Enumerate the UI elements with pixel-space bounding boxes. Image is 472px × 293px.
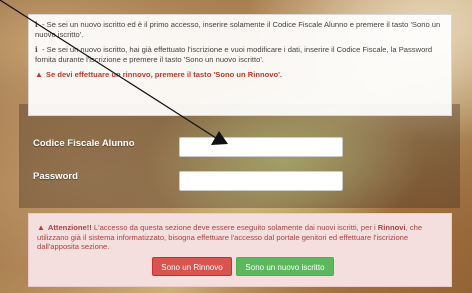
info-text-first: - Se sei un nuovo iscritto ed è il primo…	[35, 20, 441, 39]
alert-bold-rinnovi: Rinnovi	[377, 223, 406, 232]
info-line-second: ℹ - Se sei un nuovo iscritto, hai già ef…	[35, 45, 445, 64]
new-enrollment-button[interactable]: Sono un nuovo iscritto	[236, 257, 334, 276]
password-label: Password	[33, 171, 78, 182]
codice-fiscale-label: Codice Fiscale Alunno	[33, 138, 135, 149]
info-icon: ℹ	[35, 20, 38, 29]
password-input[interactable]	[179, 171, 343, 191]
codice-fiscale-input[interactable]	[179, 137, 343, 157]
alert-text-a: L'accesso da questa sezione deve essere …	[91, 223, 378, 232]
alert-title: Attenzione!!	[47, 223, 92, 232]
info-text-second: - Se sei un nuovo iscritto, hai già effe…	[35, 45, 433, 64]
renew-warning: ▲ Se devi effettuare un rinnovo, premere …	[35, 70, 445, 80]
renew-warning-text: Se devi effettuare un rinnovo, premere i…	[45, 70, 283, 80]
info-line-first: ℹ - Se sei un nuovo iscritto ed è il pri…	[35, 20, 445, 39]
info-icon: ℹ	[35, 45, 38, 55]
warning-icon: ▲	[35, 70, 43, 80]
info-panel: ℹ - Se sei un nuovo iscritto ed è il pri…	[28, 14, 452, 116]
warning-icon: ▲	[37, 223, 45, 232]
renew-button[interactable]: Sono un Rinnovo	[152, 257, 232, 276]
